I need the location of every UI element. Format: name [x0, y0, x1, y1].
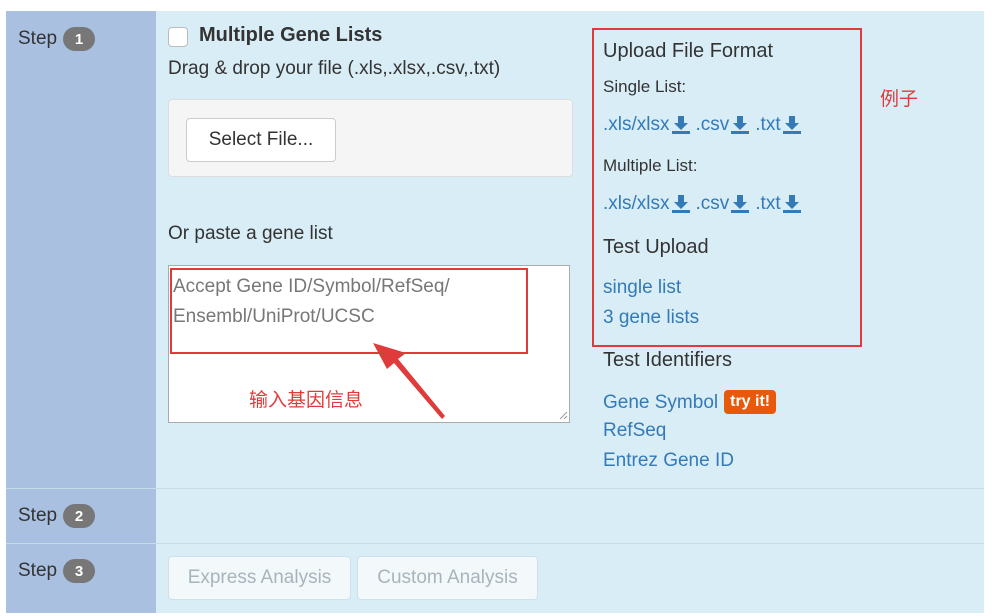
resize-grip-icon[interactable] [558, 410, 568, 420]
try-it-badge[interactable]: try it! [724, 390, 777, 414]
analysis-panel: Step 1 Step 2 Step 3 Multiple Gene Lists… [6, 11, 984, 613]
step-2-label: Step 2 [18, 504, 96, 528]
download-icon[interactable] [671, 115, 691, 135]
annotation-input-gene: 输入基因信息 [249, 390, 364, 411]
annotation-arrow-icon [373, 343, 445, 419]
multiple-gene-lists-title: Multiple Gene Lists [199, 24, 383, 46]
download-icon[interactable] [730, 115, 750, 135]
step-text: Step [18, 28, 58, 49]
download-icon[interactable] [671, 194, 691, 214]
gene-symbol-link[interactable]: Gene Symbol [603, 392, 718, 413]
step-number-badge: 3 [63, 559, 96, 583]
download-icon[interactable] [730, 194, 750, 214]
step-text: Step [18, 505, 58, 526]
three-gene-lists-link[interactable]: 3 gene lists [603, 307, 699, 329]
file-dropzone[interactable]: Select File... [168, 99, 573, 177]
annotation-box-format [592, 28, 862, 347]
download-icon[interactable] [782, 115, 802, 135]
select-file-button[interactable]: Select File... [186, 118, 336, 162]
download-xls-link[interactable]: .xls/xlsx [603, 193, 670, 215]
step-divider [6, 543, 984, 544]
download-csv-link[interactable]: .csv [696, 114, 730, 136]
step-1-column [6, 11, 156, 488]
single-list-link[interactable]: single list [603, 277, 681, 299]
multiple-list-label: Multiple List: [603, 156, 698, 175]
paste-gene-list-label: Or paste a gene list [168, 223, 333, 244]
test-upload-heading: Test Upload [603, 236, 709, 258]
step-1-label: Step 1 [18, 27, 96, 51]
step-text: Step [18, 560, 58, 581]
download-txt-link[interactable]: .txt [755, 193, 780, 215]
step-number-badge: 1 [63, 27, 96, 51]
test-identifiers-heading: Test Identifiers [603, 349, 732, 371]
multiple-list-downloads: .xls/xlsx .csv .txt [603, 193, 807, 215]
drag-drop-instructions: Drag & drop your file (.xls,.xlsx,.csv,.… [168, 58, 501, 79]
upload-format-heading: Upload File Format [603, 40, 774, 62]
step-divider [6, 488, 984, 489]
custom-analysis-button[interactable]: Custom Analysis [357, 556, 538, 600]
refseq-link[interactable]: RefSeq [603, 420, 666, 442]
single-list-label: Single List: [603, 77, 687, 96]
gene-symbol-row: Gene Symbol try it! [603, 390, 777, 414]
express-analysis-button[interactable]: Express Analysis [168, 556, 351, 600]
entrez-gene-id-link[interactable]: Entrez Gene ID [603, 450, 734, 472]
single-list-downloads: .xls/xlsx .csv .txt [603, 114, 807, 136]
step-3-label: Step 3 [18, 559, 96, 583]
download-txt-link[interactable]: .txt [755, 114, 780, 136]
multiple-gene-lists-checkbox[interactable] [168, 27, 188, 47]
annotation-example: 例子 [880, 89, 919, 110]
download-csv-link[interactable]: .csv [696, 193, 730, 215]
download-icon[interactable] [782, 194, 802, 214]
download-xls-link[interactable]: .xls/xlsx [603, 114, 670, 136]
step-number-badge: 2 [63, 504, 96, 528]
